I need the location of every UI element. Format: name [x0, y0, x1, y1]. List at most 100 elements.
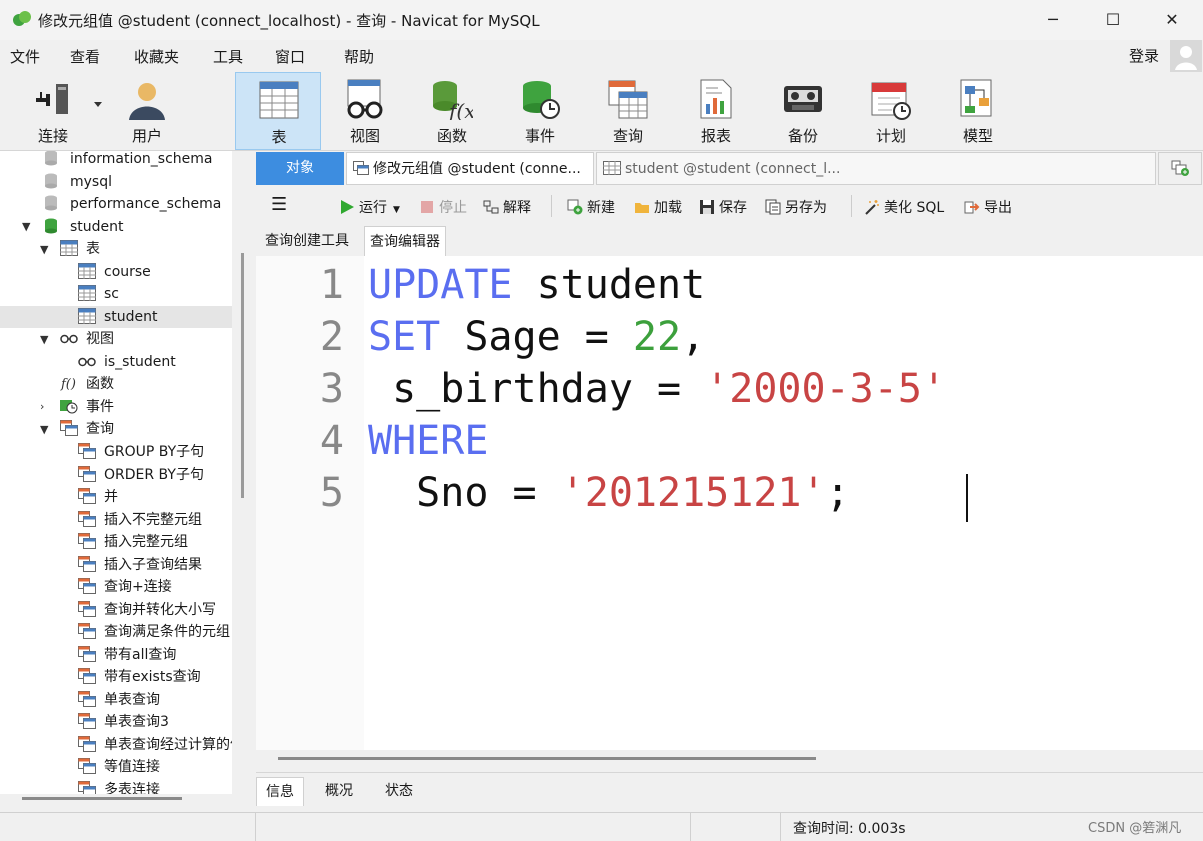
tree-table-course[interactable]: course: [78, 261, 151, 283]
tree-query-item[interactable]: ORDER BY子句: [78, 464, 204, 486]
avatar[interactable]: [1170, 40, 1202, 72]
tab-profile[interactable]: 概况: [316, 777, 362, 805]
tree-query-item[interactable]: 插入子查询结果: [78, 554, 202, 576]
tab-info[interactable]: 信息: [256, 777, 304, 806]
toolbar-view-button[interactable]: 视图: [322, 72, 408, 150]
hamburger-menu-icon[interactable]: ☰: [271, 194, 287, 215]
toolbar-user-button[interactable]: 用户: [104, 72, 190, 150]
code-line[interactable]: UPDATE student: [368, 262, 705, 308]
collapse-arrow-icon[interactable]: ›: [40, 400, 44, 413]
tree-horizontal-scrollbar[interactable]: [22, 797, 182, 800]
code-line[interactable]: s_birthday = '2000-3-5': [368, 366, 946, 412]
menu-window[interactable]: 窗口: [275, 46, 305, 67]
toolbar-backup-button[interactable]: 备份: [760, 72, 846, 150]
export-button[interactable]: 导出: [964, 197, 1012, 217]
tree-label: 插入完整元组: [104, 534, 188, 550]
tree-query-item[interactable]: 查询+连接: [78, 576, 172, 598]
tree-query-item[interactable]: 多表连接: [78, 779, 160, 794]
menu-help[interactable]: 帮助: [344, 46, 374, 67]
tree-view-is-student[interactable]: is_student: [78, 351, 176, 373]
play-icon: [341, 200, 354, 214]
maximize-button[interactable]: ☐: [1090, 4, 1136, 36]
tree-query-item[interactable]: 单表查询经过计算的值: [78, 734, 232, 756]
save-as-button[interactable]: 另存为: [765, 197, 827, 217]
tab-status[interactable]: 状态: [376, 777, 422, 805]
view-glasses-icon: [60, 330, 78, 346]
table-icon: [259, 81, 299, 119]
tree-query-item[interactable]: GROUP BY子句: [78, 441, 204, 463]
model-icon: [960, 79, 992, 117]
tab-query-builder[interactable]: 查询创建工具: [260, 226, 354, 256]
tree-query-item[interactable]: 单表查询: [78, 689, 160, 711]
load-label: 加载: [654, 200, 682, 216]
expand-arrow-icon[interactable]: ▼: [40, 243, 48, 256]
tree-query-item[interactable]: 带有all查询: [78, 644, 176, 666]
toolbar-schedule-button[interactable]: 计划: [848, 72, 934, 150]
login-link[interactable]: 登录: [1129, 45, 1159, 66]
tree-db-information-schema[interactable]: information_schema: [44, 151, 213, 170]
load-button[interactable]: 加载: [634, 197, 682, 217]
menu-file[interactable]: 文件: [10, 46, 40, 67]
explain-button[interactable]: 解释: [483, 197, 531, 217]
chevron-down-icon[interactable]: ▼: [393, 205, 400, 215]
chevron-down-icon[interactable]: [94, 102, 102, 108]
tree-query-item[interactable]: 单表查询3: [78, 711, 169, 733]
toolbar-report-button[interactable]: 报表: [673, 72, 759, 150]
toolbar-table-button[interactable]: 表: [235, 72, 321, 150]
tree-db-performance-schema[interactable]: performance_schema: [44, 193, 221, 215]
sql-editor[interactable]: 1 2 3 4 5 UPDATE student SET Sage = 22, …: [256, 256, 1203, 750]
tree-db-student[interactable]: student: [44, 216, 124, 238]
tree-group-queries[interactable]: 查询: [60, 418, 114, 440]
tree-query-item[interactable]: 插入完整元组: [78, 531, 188, 553]
tree-group-views[interactable]: 视图: [60, 328, 114, 350]
close-button[interactable]: ✕: [1149, 4, 1195, 36]
code-line[interactable]: Sno = '201215121';: [368, 470, 850, 516]
tree-label: student: [70, 219, 124, 235]
title-bar: 修改元组值 @student (connect_localhost) - 查询 …: [0, 0, 1203, 40]
toolbar-function-button[interactable]: f(x) 函数: [409, 72, 495, 150]
tree-db-mysql[interactable]: mysql: [44, 171, 112, 193]
run-button[interactable]: 运行 ▼: [339, 197, 400, 217]
tree-table-student[interactable]: student: [0, 306, 232, 328]
toolbar-model-button[interactable]: 模型: [935, 72, 1021, 150]
tab-objects[interactable]: 对象: [256, 152, 344, 185]
tree-query-item[interactable]: 带有exists查询: [78, 666, 201, 688]
backup-tape-icon: [784, 86, 822, 112]
toolbar-query-button[interactable]: 查询: [585, 72, 671, 150]
tree-query-item[interactable]: 查询满足条件的元组: [78, 621, 230, 643]
expand-arrow-icon[interactable]: ▼: [22, 220, 30, 233]
tree-query-item[interactable]: 插入不完整元组: [78, 509, 202, 531]
save-button[interactable]: 保存: [699, 197, 747, 217]
save-as-label: 另存为: [785, 200, 827, 216]
new-tab-button[interactable]: [1158, 152, 1202, 185]
tree-group-events[interactable]: 事件: [60, 396, 114, 418]
tab-modify-tuple-query[interactable]: 修改元组值 @student (conne...: [346, 152, 594, 185]
expand-arrow-icon[interactable]: ▼: [40, 423, 48, 436]
expand-arrow-icon[interactable]: ▼: [40, 333, 48, 346]
save-label: 保存: [719, 200, 747, 216]
new-query-button[interactable]: 新建: [567, 197, 615, 217]
tab-query-editor[interactable]: 查询编辑器: [364, 226, 446, 257]
code-line[interactable]: WHERE: [368, 418, 488, 464]
menu-tools[interactable]: 工具: [213, 46, 243, 67]
code-line[interactable]: SET Sage = 22,: [368, 314, 705, 360]
tree-group-tables[interactable]: 表: [60, 238, 100, 260]
minimize-button[interactable]: ─: [1030, 4, 1076, 36]
save-icon: [700, 200, 714, 214]
stop-button[interactable]: 停止: [419, 197, 467, 217]
tree-query-item[interactable]: 等值连接: [78, 756, 160, 778]
query-icon: [78, 735, 96, 752]
tab-student-table[interactable]: student @student (connect_l...: [596, 152, 1156, 185]
toolbar-connect-button[interactable]: 连接: [10, 72, 102, 150]
toolbar-event-button[interactable]: 事件: [497, 72, 583, 150]
menu-view[interactable]: 查看: [70, 46, 100, 67]
tree-group-functions[interactable]: f() 函数: [60, 373, 114, 395]
editor-horizontal-scrollbar[interactable]: [278, 757, 816, 760]
tree-vertical-scrollbar[interactable]: [241, 253, 244, 498]
tree-table-sc[interactable]: sc: [78, 283, 119, 305]
tree-query-item[interactable]: 查询并转化大小写: [78, 599, 216, 621]
menu-favorites[interactable]: 收藏夹: [134, 46, 179, 67]
window-title: 修改元组值 @student (connect_localhost) - 查询 …: [38, 12, 540, 30]
tree-query-item[interactable]: 并: [78, 486, 118, 508]
beautify-sql-button[interactable]: 美化 SQL: [864, 197, 944, 217]
